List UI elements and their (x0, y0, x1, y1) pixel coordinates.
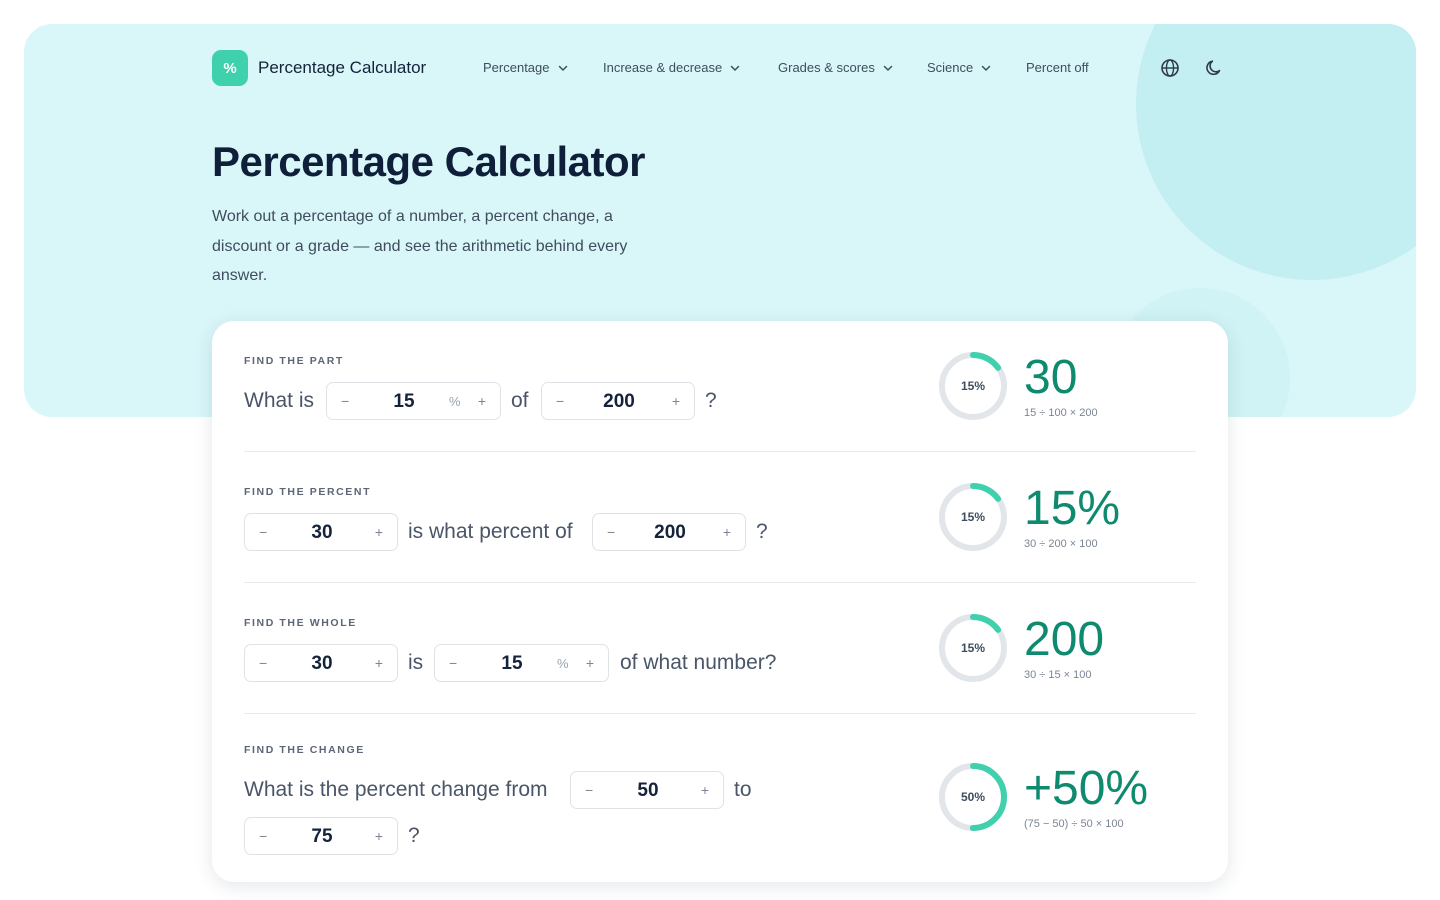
moon-icon[interactable] (1204, 58, 1224, 78)
ring-label: 15% (960, 379, 986, 393)
nav-label: Increase & decrease (603, 60, 723, 75)
result-formula: (75 − 50) ÷ 50 × 100 (1024, 818, 1124, 830)
top-nav: % Percentage Calculator Percentage Incre… (212, 50, 1228, 86)
brand-name[interactable]: Percentage Calculator (258, 58, 426, 78)
stepper-value[interactable]: 75 (281, 826, 363, 848)
nav-label: Science (927, 60, 974, 75)
logo-icon[interactable]: % (212, 50, 248, 86)
decrement-button[interactable]: − (585, 782, 593, 798)
stepper-value[interactable]: 200 (578, 391, 660, 413)
phrase-text: What is (244, 389, 315, 412)
ring-label: 50% (960, 790, 986, 804)
decrement-button[interactable]: − (607, 524, 615, 540)
ring-label: 15% (960, 641, 986, 655)
increment-button[interactable]: + (672, 393, 680, 409)
chevron-down-icon (883, 65, 893, 71)
section-label: FIND THE CHANGE (244, 744, 365, 756)
from-stepper[interactable]: − 50 + (570, 771, 724, 809)
calc-find-change: FIND THE CHANGE What is the percent chan… (244, 714, 1196, 882)
result-value: 200 (1024, 613, 1105, 666)
increment-button[interactable]: + (723, 524, 731, 540)
increment-button[interactable]: + (375, 655, 383, 671)
decrement-button[interactable]: − (556, 393, 564, 409)
phrase-text: to (734, 778, 752, 801)
decrement-button[interactable]: − (259, 828, 267, 844)
stepper-value[interactable]: 15 (367, 391, 441, 413)
calc-find-whole: FIND THE WHOLE − 30 + is − 15 % + of wha… (244, 583, 1196, 714)
section-label: FIND THE PERCENT (244, 486, 372, 498)
phrase-text: is what percent of (408, 520, 573, 543)
percent-sign: % (449, 394, 461, 409)
result-formula: 30 ÷ 200 × 100 (1024, 538, 1098, 550)
result-formula: 15 ÷ 100 × 200 (1024, 407, 1098, 419)
whole-stepper[interactable]: − 200 + (541, 382, 695, 420)
increment-button[interactable]: + (375, 524, 383, 540)
phrase-text: of what number? (620, 651, 777, 674)
calc-find-percent: FIND THE PERCENT − 30 + is what percent … (244, 452, 1196, 583)
result-value: 30 (1024, 351, 1078, 404)
phrase-text: ? (705, 389, 717, 412)
percent-stepper[interactable]: − 15 % + (434, 644, 609, 682)
increment-button[interactable]: + (375, 828, 383, 844)
phrase-text: ? (408, 824, 420, 847)
globe-icon[interactable] (1160, 58, 1180, 78)
stepper-value[interactable]: 200 (629, 522, 711, 544)
stepper-value[interactable]: 30 (281, 522, 363, 544)
decrement-button[interactable]: − (449, 655, 457, 671)
nav-label: Percentage (483, 60, 550, 75)
to-stepper[interactable]: − 75 + (244, 817, 398, 855)
section-label: FIND THE WHOLE (244, 617, 357, 629)
phrase-text: is (408, 651, 424, 674)
nav-percent-off[interactable]: Percent off (1026, 60, 1089, 75)
increment-button[interactable]: + (701, 782, 709, 798)
phrase-text: of (511, 389, 529, 412)
decrement-button[interactable]: − (259, 524, 267, 540)
stepper-value[interactable]: 15 (475, 653, 549, 675)
decrement-button[interactable]: − (341, 393, 349, 409)
decrement-button[interactable]: − (259, 655, 267, 671)
ring-label: 15% (960, 510, 986, 524)
section-label: FIND THE PART (244, 355, 344, 367)
result-value: +50% (1024, 762, 1149, 815)
result-formula: 30 ÷ 15 × 100 (1024, 669, 1092, 681)
stepper-value[interactable]: 50 (607, 780, 689, 802)
page-subtitle: Work out a percentage of a number, a per… (212, 208, 628, 284)
increment-button[interactable]: + (478, 393, 486, 409)
chevron-down-icon (982, 65, 991, 71)
calc-find-part: FIND THE PART What is − 15 % + of − 200 … (244, 321, 1196, 452)
percent-sign: % (557, 656, 569, 671)
chevron-down-icon (558, 65, 567, 71)
phrase-text: ? (756, 520, 768, 543)
part-stepper[interactable]: − 30 + (244, 644, 398, 682)
calculator-card: FIND THE PART What is − 15 % + of − 200 … (212, 321, 1228, 882)
result-value: 15% (1024, 482, 1121, 535)
nav-label: Percent off (1026, 60, 1089, 75)
nav-label: Grades & scores (778, 60, 875, 75)
chevron-down-icon (730, 65, 740, 71)
nav-percentage[interactable]: Percentage (483, 60, 569, 75)
part-stepper[interactable]: − 30 + (244, 513, 398, 551)
increment-button[interactable]: + (586, 655, 594, 671)
percent-stepper[interactable]: − 15 % + (326, 382, 501, 420)
page-title: Percentage Calculator (212, 138, 646, 185)
whole-stepper[interactable]: − 200 + (592, 513, 746, 551)
nav-science[interactable]: Science (927, 60, 992, 75)
nav-increase-decrease[interactable]: Increase & decrease (603, 60, 741, 75)
stepper-value[interactable]: 30 (281, 653, 363, 675)
phrase-text: What is the percent change from (244, 778, 548, 801)
nav-grades-scores[interactable]: Grades & scores (778, 60, 894, 75)
